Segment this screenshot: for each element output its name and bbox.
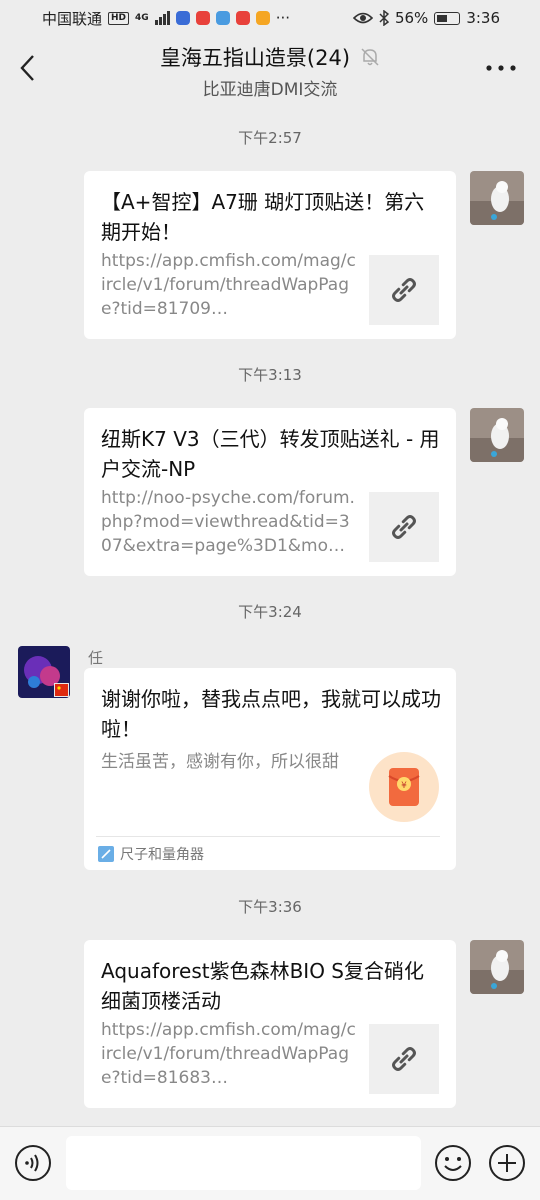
avatar-image xyxy=(470,171,524,225)
my-avatar[interactable] xyxy=(470,940,524,994)
eye-icon xyxy=(352,12,373,24)
link-thumbnail xyxy=(369,255,439,325)
message-input[interactable] xyxy=(66,1136,421,1190)
ruler-icon xyxy=(98,846,114,862)
link-title: 【A+智控】A7珊 瑚灯顶贴送！第六期开始！ xyxy=(101,190,425,244)
app-notification-icon xyxy=(215,11,230,25)
bluetooth-icon xyxy=(379,10,389,26)
battery-icon xyxy=(434,11,461,25)
network-type: 4G xyxy=(135,12,149,23)
emoji-button[interactable] xyxy=(434,1144,472,1182)
status-bar: 中国联通 HD 4G ··· 56% 3:36 xyxy=(0,0,540,36)
clock: 3:36 xyxy=(466,9,500,27)
card-divider xyxy=(96,836,440,837)
chat-title-row[interactable]: 皇海五指山造景(24) xyxy=(160,42,380,72)
mini-program-card[interactable]: 谢谢你啦，替我点点吧，我就可以成功啦！ 生活虽苦，感谢有你，所以很甜 ¥ 尺子和… xyxy=(84,668,456,870)
app-notification-icon xyxy=(175,11,190,25)
link-url: https://app.cmfish.com/mag/circle/v1/for… xyxy=(101,251,356,319)
smiley-icon xyxy=(435,1145,471,1181)
sender-avatar[interactable] xyxy=(18,646,70,698)
card-source: 尺子和量角器 xyxy=(98,844,204,864)
link-title: 纽斯K7 V3（三代）转发顶贴送礼 - 用户交流-NP xyxy=(101,427,440,481)
more-dots-icon xyxy=(486,65,516,71)
link-thumbnail xyxy=(369,1024,439,1094)
message-timestamp: 下午2:57 xyxy=(238,129,302,147)
link-message-card[interactable]: 纽斯K7 V3（三代）转发顶贴送礼 - 用户交流-NP http://noo-p… xyxy=(84,408,456,576)
card-description: 生活虽苦，感谢有你，所以很甜 xyxy=(101,752,339,772)
avatar-image xyxy=(470,408,524,462)
more-functions-button[interactable] xyxy=(488,1144,526,1182)
hd-badge: HD xyxy=(108,11,130,25)
link-url: https://app.cmfish.com/mag/circle/v1/for… xyxy=(101,1020,356,1088)
link-title: Aquaforest紫色森林BIO S复合硝化细菌顶楼活动 xyxy=(101,959,424,1013)
avatar-image xyxy=(18,646,70,698)
mute-bell-icon xyxy=(361,48,379,66)
chat-subtitle: 比亚迪唐DMI交流 xyxy=(202,80,338,100)
link-message-card[interactable]: Aquaforest紫色森林BIO S复合硝化细菌顶楼活动 https://ap… xyxy=(84,940,456,1108)
message-timestamp: 下午3:13 xyxy=(238,366,302,384)
my-avatar[interactable] xyxy=(470,408,524,462)
more-notifications-icon: ··· xyxy=(275,9,290,27)
link-icon xyxy=(392,278,416,302)
carrier-label: 中国联通 xyxy=(42,9,103,28)
more-options-button[interactable] xyxy=(484,56,518,80)
voice-icon xyxy=(15,1145,51,1181)
link-icon xyxy=(392,1047,416,1071)
chat-title: 皇海五指山造景(24) xyxy=(159,46,351,70)
avatar-image xyxy=(470,940,524,994)
voice-input-button[interactable] xyxy=(14,1144,52,1182)
link-thumbnail xyxy=(369,492,439,562)
red-envelope-icon: ¥ xyxy=(388,768,420,806)
battery-percent: 56% xyxy=(394,9,429,27)
card-title: 谢谢你啦，替我点点吧，我就可以成功啦！ xyxy=(101,687,441,741)
app-notification-icon xyxy=(235,11,250,25)
chat-input-bar xyxy=(0,1126,540,1200)
message-timestamp: 下午3:36 xyxy=(238,898,302,916)
chat-header: 皇海五指山造景(24) 比亚迪唐DMI交流 xyxy=(0,36,540,102)
link-url: http://noo-psyche.com/forum.php?mod=view… xyxy=(101,488,355,556)
app-notification-icon xyxy=(255,11,270,25)
signal-icon xyxy=(154,11,170,25)
message-timestamp: 下午3:24 xyxy=(238,603,302,621)
app-notification-icon xyxy=(195,11,210,25)
plus-icon xyxy=(489,1145,525,1181)
svg-text:¥: ¥ xyxy=(401,781,407,791)
sender-name: 任 xyxy=(88,649,104,667)
link-message-card[interactable]: 【A+智控】A7珊 瑚灯顶贴送！第六期开始！ https://app.cmfis… xyxy=(84,171,456,339)
my-avatar[interactable] xyxy=(470,171,524,225)
red-packet-thumbnail: ¥ xyxy=(369,752,439,822)
source-label: 尺子和量角器 xyxy=(120,847,204,863)
link-icon xyxy=(392,515,416,539)
